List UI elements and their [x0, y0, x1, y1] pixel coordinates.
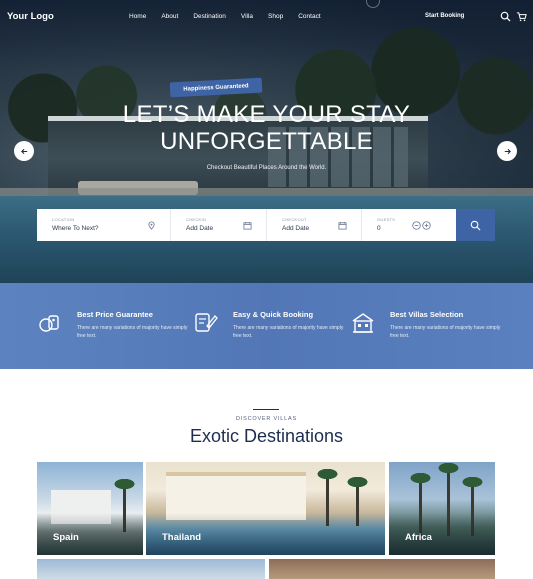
checkin-label: CHECKIN: [186, 217, 207, 222]
cart-icon[interactable]: [516, 11, 527, 22]
feature-desc: There are many variations of majority ha…: [77, 325, 188, 339]
nav-item-home[interactable]: Home: [129, 13, 146, 20]
feature-title: Best Villas Selection: [390, 310, 464, 319]
checkin-field[interactable]: CHECKIN Add Date: [171, 209, 267, 241]
search-submit-button[interactable]: [456, 209, 495, 241]
location-pin-icon: [148, 221, 155, 230]
destination-card-row2-right[interactable]: [269, 559, 495, 579]
minus-icon[interactable]: [412, 221, 421, 230]
location-label: LOCATION: [52, 217, 75, 222]
next-slide-button[interactable]: [497, 141, 517, 161]
nav-item-shop[interactable]: Shop: [268, 13, 283, 20]
arrow-right-icon: [504, 148, 511, 154]
search-icon[interactable]: [500, 11, 511, 22]
plus-icon[interactable]: [422, 221, 431, 230]
destination-card-spain[interactable]: Spain: [37, 462, 143, 555]
hero-headline-line2: UNFORGETTABLE: [160, 128, 373, 155]
destination-name: Thailand: [162, 532, 202, 543]
price-tag-icon: [39, 315, 59, 332]
arrow-left-icon: [20, 148, 27, 154]
checkout-field[interactable]: CHECKOUT Add Date: [267, 209, 362, 241]
destination-name: Africa: [405, 532, 432, 543]
villa-icon: [352, 313, 374, 333]
hero-headline-line1: LET’S MAKE YOUR STAY: [122, 101, 411, 128]
section-title: Exotic Destinations: [189, 426, 344, 446]
booking-icon: [195, 313, 218, 332]
palm-image: [346, 476, 369, 526]
feature-desc: There are many variations of majority ha…: [233, 325, 344, 339]
palm-image: [409, 472, 432, 536]
villa-image: [166, 472, 306, 520]
nav-item-destination[interactable]: Destination: [193, 13, 226, 20]
destination-card-thailand[interactable]: Thailand: [146, 462, 385, 555]
nav-item-about[interactable]: About: [161, 13, 178, 20]
guests-label: GUESTS: [377, 217, 396, 222]
guests-field: GUESTS 0: [362, 209, 456, 241]
nav-notch-decoration: [366, 0, 380, 8]
destination-name: Spain: [53, 532, 79, 543]
destination-card-africa[interactable]: Africa: [389, 462, 495, 555]
palm-image: [113, 478, 136, 532]
prev-slide-button[interactable]: [14, 141, 34, 161]
nav-item-contact[interactable]: Contact: [298, 13, 320, 20]
palm-image: [316, 468, 339, 526]
main-menu: Home About Destination Villa Shop Contac…: [129, 13, 321, 20]
destination-card-row2-left[interactable]: [37, 559, 265, 579]
checkout-label: CHECKOUT: [282, 217, 307, 222]
palm-image: [461, 476, 484, 536]
top-nav: Your Logo Home About Destination Villa S…: [0, 0, 533, 36]
eyebrow-divider: [253, 409, 279, 410]
palm-image: [437, 462, 460, 536]
booking-search-bar: LOCATION Where To Next? CHECKIN Add Date…: [37, 209, 456, 241]
calendar-icon: [243, 221, 252, 230]
location-field[interactable]: LOCATION Where To Next?: [37, 209, 171, 241]
section-eyebrow: DISCOVER VILLAS: [236, 416, 297, 422]
site-logo[interactable]: Your Logo: [7, 11, 54, 22]
start-booking-button[interactable]: Start Booking: [425, 13, 464, 19]
nav-item-villa[interactable]: Villa: [241, 13, 253, 20]
features-band: Best Price Guarantee There are many vari…: [0, 283, 533, 369]
guests-count: 0: [377, 225, 381, 232]
search-icon: [470, 220, 481, 230]
villa-image: [51, 490, 111, 524]
calendar-icon: [338, 221, 347, 230]
hero-subline: Checkout Beautiful Places Around the Wor…: [206, 165, 327, 171]
location-input[interactable]: Where To Next?: [52, 225, 98, 232]
checkin-input[interactable]: Add Date: [186, 225, 213, 232]
feature-desc: There are many variations of majority ha…: [390, 325, 501, 339]
checkout-input[interactable]: Add Date: [282, 225, 309, 232]
